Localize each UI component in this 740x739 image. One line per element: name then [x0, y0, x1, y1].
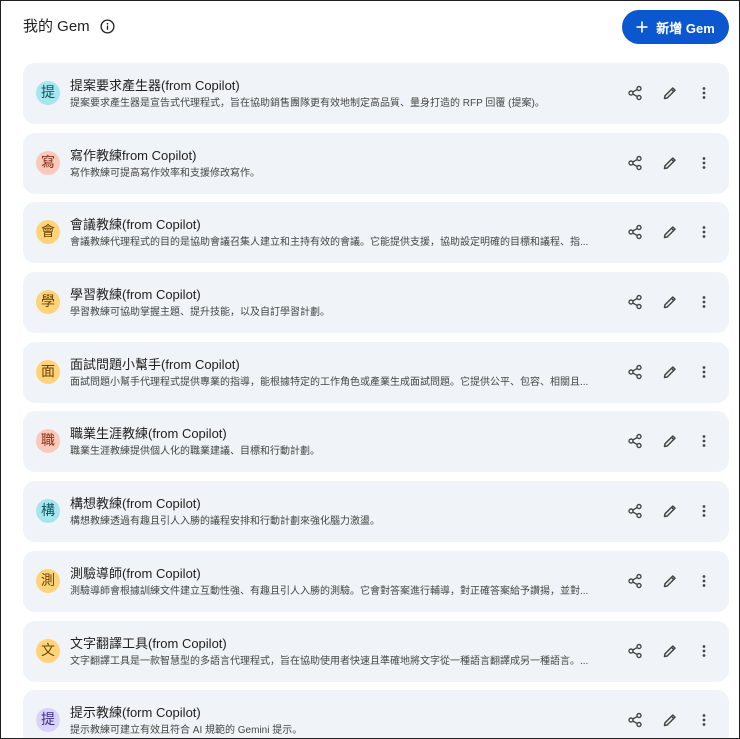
share-icon[interactable] [625, 571, 645, 591]
info-icon[interactable] [100, 19, 115, 34]
gem-avatar: 會 [36, 220, 60, 245]
more-vert-icon[interactable] [694, 83, 714, 103]
gem-description: 提示教練可建立有效且符合 AI 規範的 Gemini 提示。 [70, 725, 303, 737]
pencil-icon[interactable] [660, 710, 680, 730]
share-icon[interactable] [625, 292, 645, 312]
pencil-icon[interactable] [660, 501, 680, 521]
gem-card[interactable]: 面 面試問題小幫手(from Copilot) 面試問題小幫手代理程式提供專業的… [23, 341, 729, 403]
gem-avatar: 提 [36, 708, 60, 733]
more-vert-icon[interactable] [694, 153, 714, 173]
plus-icon [636, 21, 648, 33]
gem-card[interactable]: 會 會議教練(from Copilot) 會議教練代理程式的目的是協助會議召集人… [23, 202, 729, 264]
gem-avatar: 面 [36, 359, 60, 384]
gem-name: 提案要求產生器(from Copilot) [70, 78, 240, 93]
more-vert-icon[interactable] [694, 362, 714, 382]
pencil-icon[interactable] [660, 571, 680, 591]
share-icon[interactable] [625, 710, 645, 730]
pencil-icon[interactable] [660, 431, 680, 451]
gem-manager-page: 我的 Gem 新增 Gem 提 提案要求產生器(from Copilot) 提案… [0, 0, 740, 739]
more-vert-icon[interactable] [694, 222, 714, 242]
more-vert-icon[interactable] [694, 431, 714, 451]
gem-description: 構想教練透過有趣且引人入勝的議程安排和行動計劃來強化腦力激盪。 [70, 516, 380, 528]
more-vert-icon[interactable] [694, 501, 714, 521]
gem-avatar: 測 [36, 568, 60, 593]
gem-description: 職業生涯教練提供個人化的職業建議、目標和行動計劃。 [70, 446, 320, 458]
gem-name: 面試問題小幫手(from Copilot) [70, 356, 240, 372]
gem-card[interactable]: 寫 寫作教練from Copilot) 寫作教練可提高寫作效率和支援修改寫作。 [23, 132, 729, 194]
gem-card[interactable]: 提 提案要求產生器(from Copilot) 提案要求產生器是宣告式代理程式，… [23, 63, 729, 124]
gem-name: 測驗導師(from Copilot) [70, 565, 201, 581]
share-icon[interactable] [625, 362, 645, 382]
more-vert-icon[interactable] [694, 292, 714, 312]
more-vert-icon[interactable] [694, 571, 714, 591]
gem-avatar: 構 [36, 499, 60, 524]
more-vert-icon[interactable] [694, 641, 714, 661]
page-title: 我的 Gem [23, 18, 90, 35]
pencil-icon[interactable] [660, 83, 680, 103]
share-icon[interactable] [625, 501, 645, 521]
gem-description: 測驗導師會根據訓練文件建立互動性強、有趣且引人入勝的測驗。它會對答案進行輔導，對… [70, 585, 589, 597]
share-icon[interactable] [625, 431, 645, 451]
share-icon[interactable] [625, 83, 645, 103]
gem-avatar: 學 [36, 290, 60, 315]
gem-description: 寫作教練可提高寫作效率和支援修改寫作。 [70, 167, 260, 179]
pencil-icon[interactable] [660, 641, 680, 661]
gem-name: 文字翻譯工具(from Copilot) [70, 635, 227, 651]
pencil-icon[interactable] [660, 222, 680, 242]
gem-card[interactable]: 構 構想教練(from Copilot) 構想教練透過有趣且引人入勝的議程安排和… [23, 481, 729, 543]
gem-description: 會議教練代理程式的目的是協助會議召集人建立和主持有效的會議。它能提供支援，協助設… [70, 237, 589, 249]
share-icon[interactable] [625, 222, 645, 242]
pencil-icon[interactable] [660, 153, 680, 173]
gem-name: 學習教練(from Copilot) [70, 287, 201, 303]
pencil-icon[interactable] [660, 362, 680, 382]
gem-description: 文字翻譯工具是一款智慧型的多語言代理程式，旨在協助使用者快速且準確地將文字從一種… [70, 655, 589, 667]
gem-card[interactable]: 測 測驗導師(from Copilot) 測驗導師會根據訓練文件建立互動性強、有… [23, 550, 729, 612]
new-gem-button-label: 新增 Gem [656, 20, 715, 36]
gem-avatar: 寫 [36, 150, 60, 175]
gem-name: 職業生涯教練(from Copilot) [70, 426, 227, 442]
page-header: 我的 Gem 新增 Gem [1, 1, 739, 53]
gem-name: 寫作教練from Copilot) [70, 147, 197, 163]
pencil-icon[interactable] [660, 292, 680, 312]
gem-name: 提示教練(form Copilot) [70, 705, 201, 721]
gem-description: 面試問題小幫手代理程式提供專業的指導，能根據特定的工作角色或產業生成面試問題。它… [70, 376, 589, 388]
gem-card[interactable]: 職 職業生涯教練(from Copilot) 職業生涯教練提供個人化的職業建議、… [23, 411, 729, 473]
share-icon[interactable] [625, 153, 645, 173]
gem-description: 提案要求產生器是宣告式代理程式，旨在協助銷售團隊更有效地制定高品質、量身打造的 … [70, 98, 545, 109]
gem-card[interactable]: 文 文字翻譯工具(from Copilot) 文字翻譯工具是一款智慧型的多語言代… [23, 620, 729, 682]
gem-avatar: 職 [36, 429, 60, 454]
gem-card[interactable]: 提 提示教練(form Copilot) 提示教練可建立有效且符合 AI 規範的… [23, 690, 729, 738]
gem-list: 提 提案要求產生器(from Copilot) 提案要求產生器是宣告式代理程式，… [23, 63, 729, 738]
gem-avatar: 提 [36, 81, 60, 105]
gem-card[interactable]: 學 學習教練(from Copilot) 學習教練可協助掌握主題、提升技能，以及… [23, 272, 729, 334]
gem-name: 構想教練(from Copilot) [70, 496, 201, 512]
gem-avatar: 文 [36, 638, 60, 663]
new-gem-button[interactable]: 新增 Gem [622, 10, 729, 44]
gem-name: 會議教練(from Copilot) [70, 217, 201, 233]
more-vert-icon[interactable] [694, 710, 714, 730]
share-icon[interactable] [625, 641, 645, 661]
gem-description: 學習教練可協助掌握主題、提升技能，以及自訂學習計劃。 [70, 307, 330, 319]
